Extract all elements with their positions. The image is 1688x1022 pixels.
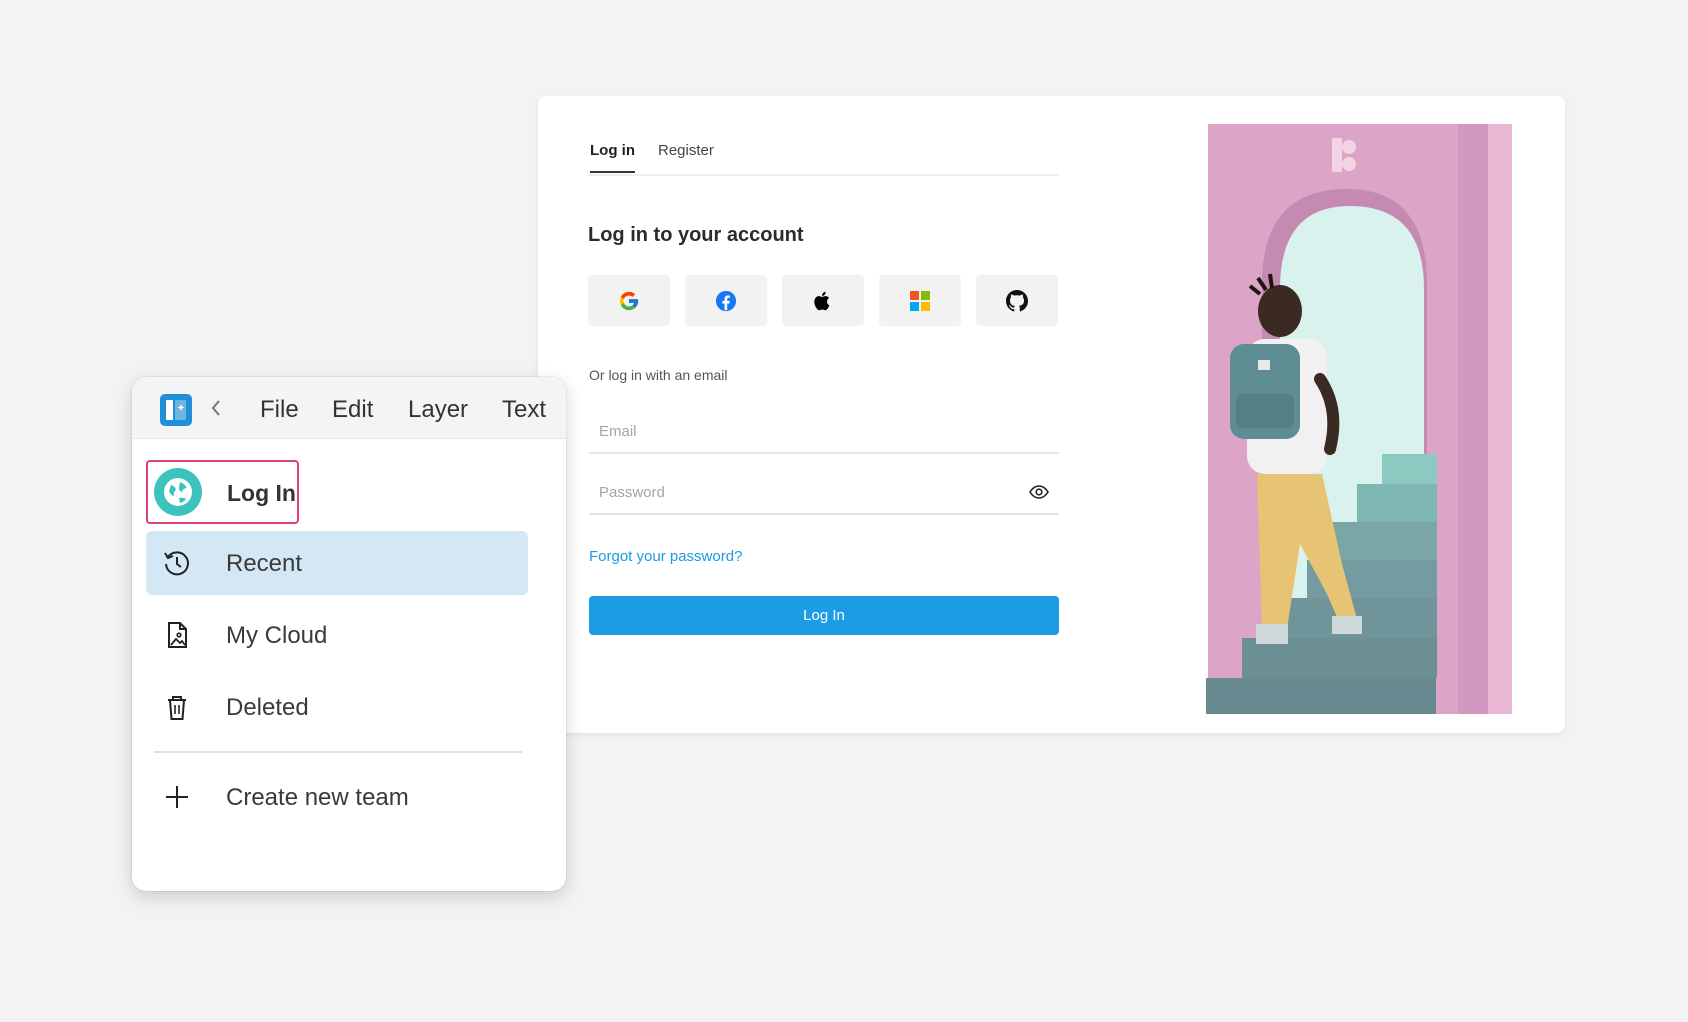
log-in-button[interactable]: Log In — [589, 596, 1059, 635]
google-login-button[interactable] — [588, 275, 670, 326]
nav-item-deleted[interactable]: Deleted — [146, 675, 528, 739]
nav-item-recent[interactable]: Recent — [146, 531, 528, 595]
history-icon — [164, 551, 189, 576]
log-in-menu-item[interactable]: Log In — [146, 460, 299, 524]
menu-file[interactable]: File — [260, 396, 299, 424]
menu-edit[interactable]: Edit — [332, 396, 373, 424]
microsoft-login-button[interactable] — [879, 275, 961, 326]
password-field-wrapper — [589, 471, 1059, 515]
email-field-wrapper — [589, 410, 1059, 454]
apple-icon — [814, 291, 830, 310]
menu-text[interactable]: Text — [502, 396, 546, 424]
login-card: Log in Register Log in to your account O… — [538, 96, 1565, 733]
tab-register[interactable]: Register — [658, 142, 714, 171]
globe-icon — [154, 468, 202, 516]
password-input[interactable] — [589, 471, 1059, 513]
nav-label-create-new-team: Create new team — [226, 784, 409, 811]
nav-label-recent: Recent — [226, 550, 303, 577]
login-heading: Log in to your account — [588, 224, 804, 246]
tab-log-in[interactable]: Log in — [590, 142, 635, 173]
login-illustration — [1206, 124, 1512, 714]
app-menu-panel: File Edit Layer Text Log In Recent My Cl… — [132, 377, 566, 891]
google-icon — [619, 291, 639, 310]
auth-tabs: Log in Register — [588, 136, 1059, 176]
facebook-icon — [715, 290, 737, 311]
apple-login-button[interactable] — [782, 275, 864, 326]
menu-bar: File Edit Layer Text — [132, 377, 566, 439]
facebook-login-button[interactable] — [685, 275, 767, 326]
email-input[interactable] — [589, 410, 1059, 452]
github-icon — [1006, 289, 1028, 311]
app-logo-icon[interactable] — [160, 394, 192, 426]
log-in-label: Log In — [227, 480, 296, 506]
file-image-icon — [168, 622, 187, 648]
menu-layer[interactable]: Layer — [408, 396, 468, 424]
nav-item-my-cloud[interactable]: My Cloud — [146, 603, 528, 667]
plus-icon — [166, 786, 188, 808]
menu-divider — [154, 751, 522, 753]
github-login-button[interactable] — [976, 275, 1058, 326]
forgot-password-link[interactable]: Forgot your password? — [589, 548, 742, 565]
email-login-hint: Or log in with an email — [589, 367, 728, 383]
chevron-left-icon[interactable] — [210, 399, 222, 417]
nav-label-my-cloud: My Cloud — [226, 622, 328, 649]
nav-item-create-new-team[interactable]: Create new team — [146, 765, 528, 829]
trash-icon — [168, 696, 186, 720]
nav-label-deleted: Deleted — [226, 694, 309, 721]
microsoft-icon — [910, 290, 930, 311]
eye-icon[interactable] — [1029, 485, 1049, 499]
social-login-row — [588, 275, 1058, 326]
